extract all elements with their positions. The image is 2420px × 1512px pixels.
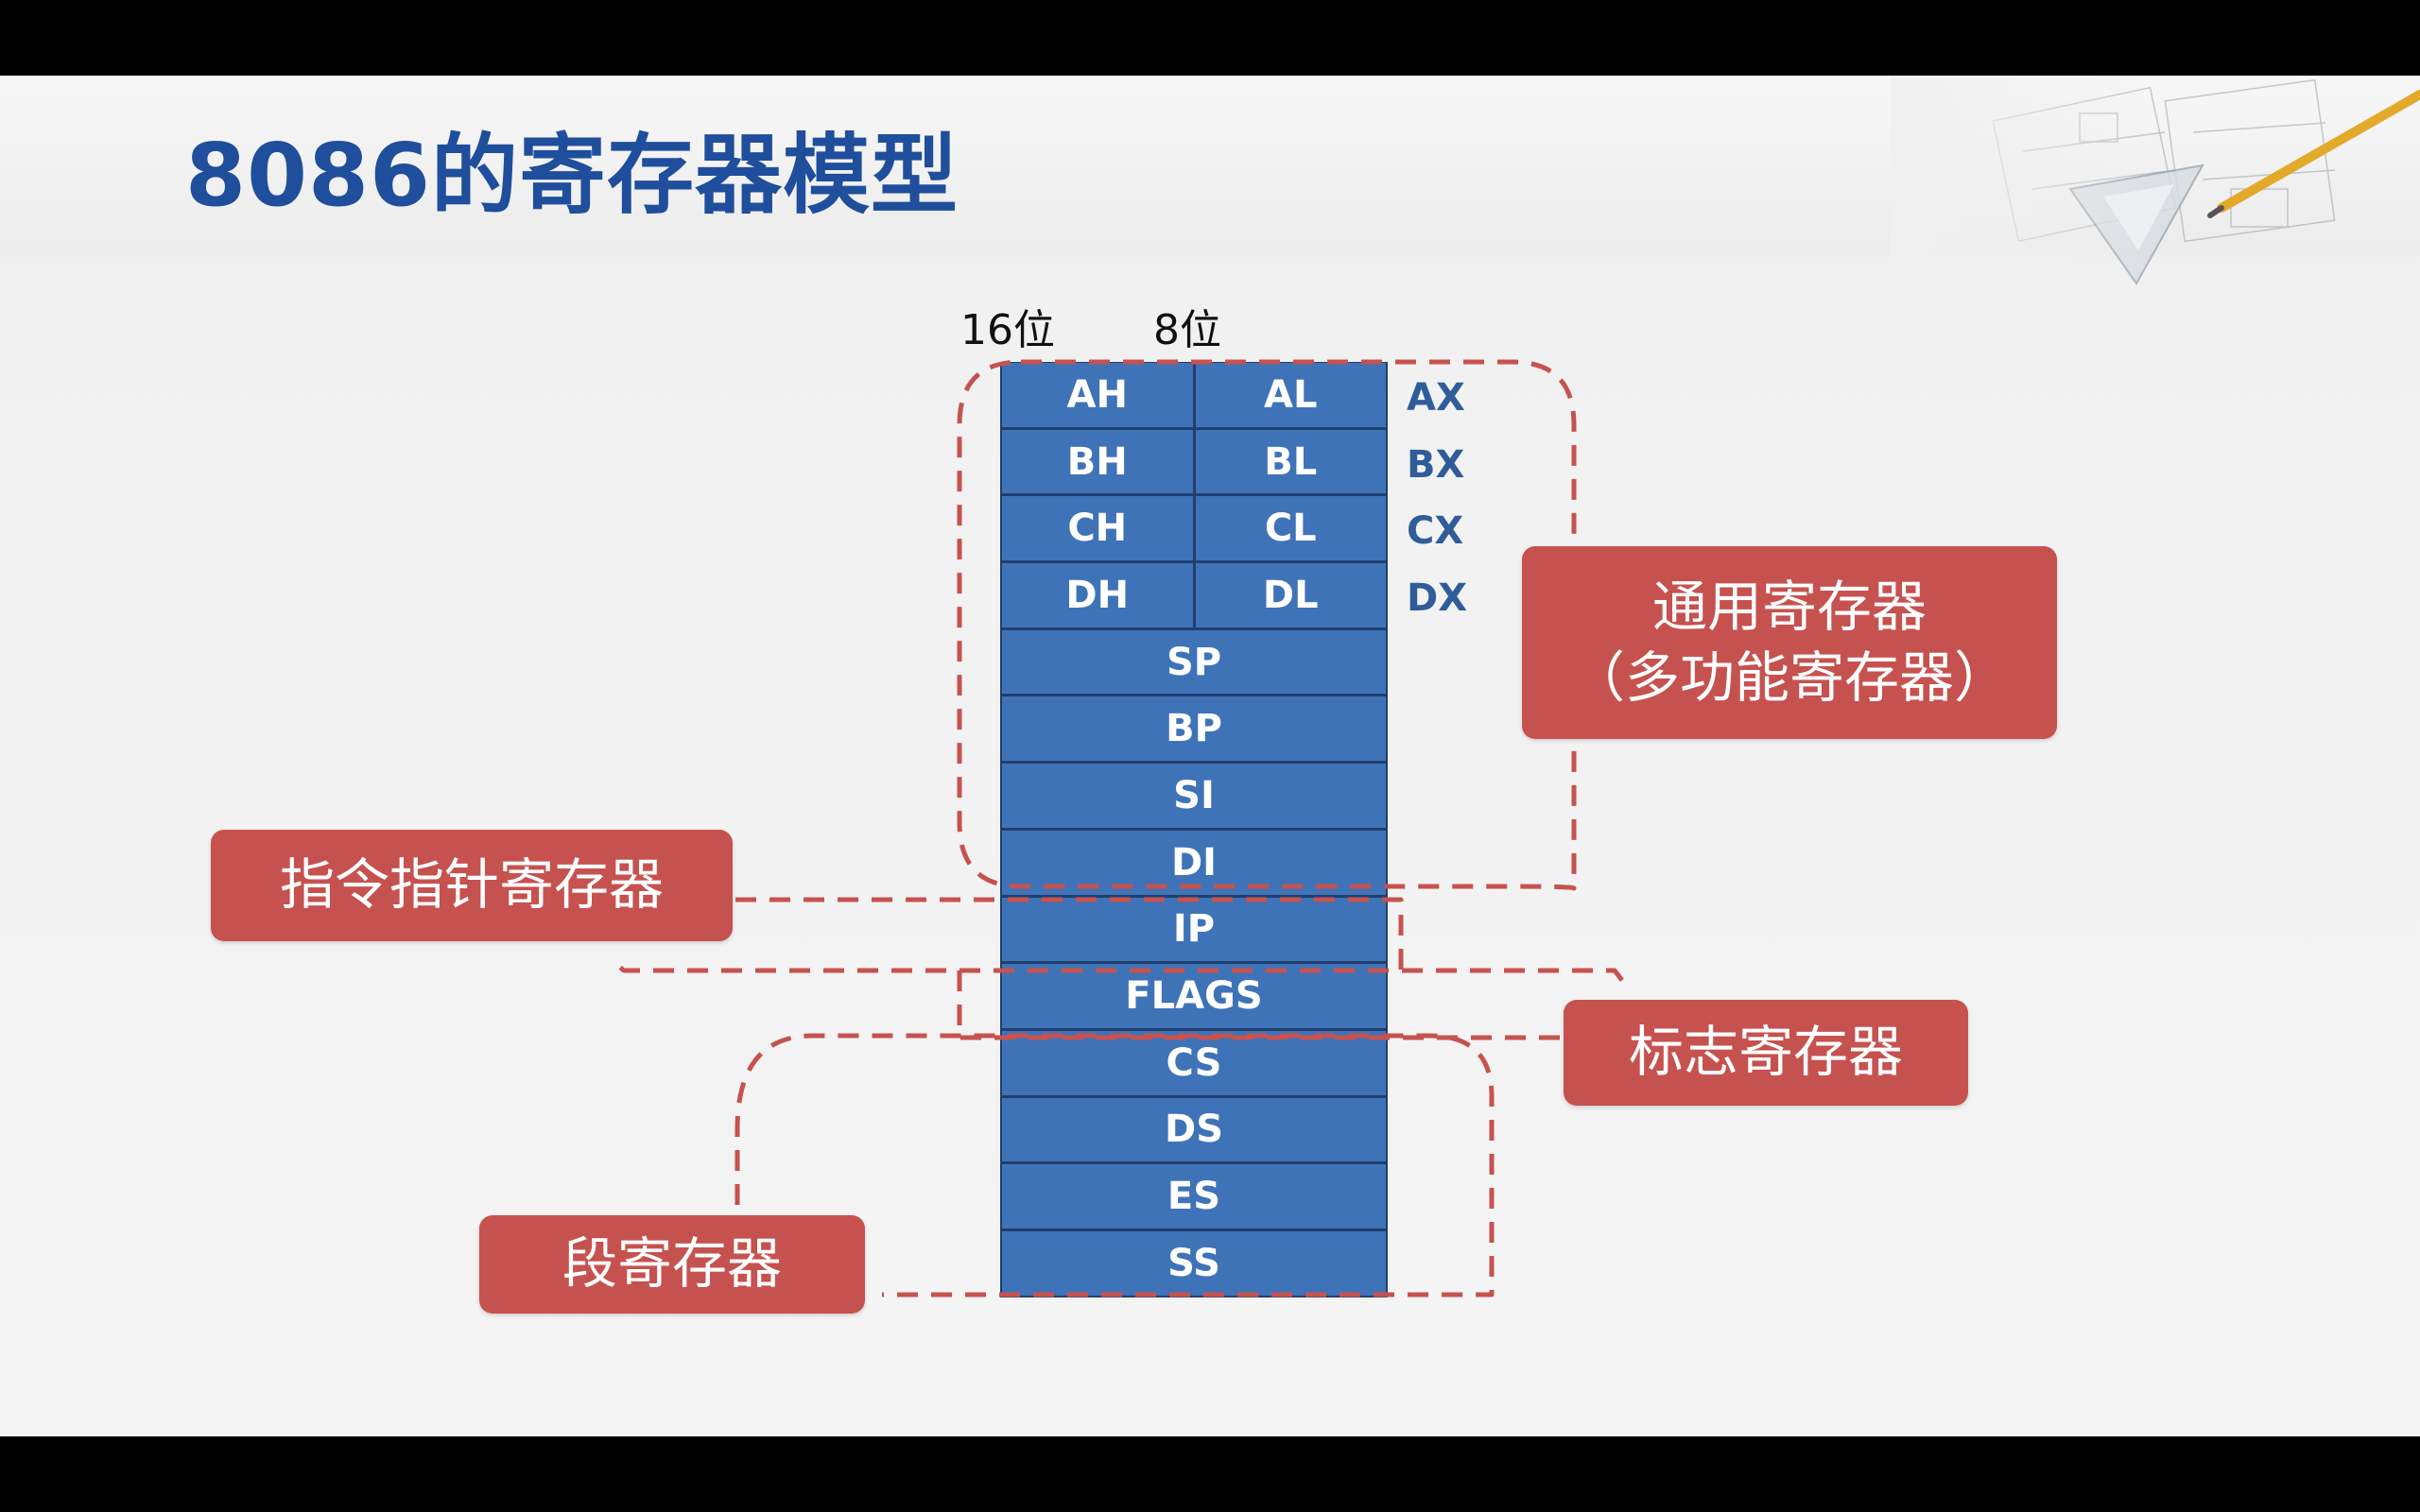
register-cell: CH: [1067, 507, 1128, 551]
label-8bit: 8位: [1153, 306, 1221, 354]
register-cell: DS: [1164, 1108, 1223, 1152]
register-row: SP: [1000, 628, 1388, 696]
register-row: CH CL: [1000, 495, 1388, 563]
slide: 8086的寄存器模型 16位 8位 AH AL BH BL CH CL DH DL SP BP SI…: [0, 76, 2420, 1436]
register-cell: IP: [1172, 907, 1216, 952]
register-row: ES: [1000, 1163, 1388, 1230]
register-row: AH AL: [1000, 362, 1388, 429]
register-row: BH BL: [1000, 428, 1388, 496]
register-row: FLAGS: [1000, 963, 1388, 1030]
register-cell: BH: [1066, 439, 1128, 484]
register-row: DS: [1000, 1096, 1388, 1164]
register-pair-name: BX: [1407, 442, 1465, 487]
register-pair-name: CX: [1407, 509, 1464, 554]
register-cell: SI: [1173, 773, 1215, 817]
register-cell: DH: [1065, 573, 1130, 617]
ip-register-callout: 指令指针寄存器: [211, 830, 733, 941]
register-table: AH AL BH BL CH CL DH DL SP BP SI DI IP FLAGS CS DS ES SS: [1000, 362, 1388, 1297]
register-row: BP: [1000, 696, 1388, 764]
register-cell: CL: [1192, 496, 1387, 561]
multifunction-registers-label: （多功能寄存器）: [1569, 645, 2009, 710]
register-cell: AH: [1066, 372, 1128, 417]
page-title: 8086的寄存器模型: [185, 125, 959, 226]
register-row: DI: [1000, 829, 1388, 897]
segment-registers-callout: 段寄存器: [479, 1215, 865, 1314]
register-cell: FLAGS: [1125, 974, 1263, 1019]
general-registers-callout: 通用寄存器 （多功能寄存器）: [1522, 546, 2057, 739]
register-cell: ES: [1167, 1175, 1221, 1219]
register-row: IP: [1000, 896, 1388, 964]
register-pair-name: AX: [1407, 376, 1465, 420]
decorative-drafting-image: [1891, 76, 2420, 359]
register-pair-name: DX: [1407, 576, 1468, 621]
general-registers-label: 通用寄存器: [1651, 574, 1927, 639]
register-cell: SS: [1167, 1241, 1220, 1285]
register-cell: BP: [1166, 707, 1222, 751]
register-cell: DI: [1170, 840, 1218, 885]
register-row: SI: [1000, 763, 1388, 830]
register-row: SS: [1000, 1229, 1388, 1297]
register-row: DH DL: [1000, 562, 1388, 629]
register-row: CS: [1000, 1029, 1388, 1097]
flags-register-callout: 标志寄存器: [1564, 1000, 1968, 1106]
label-16bit: 16位: [960, 306, 1055, 354]
register-cell: AL: [1192, 363, 1387, 427]
register-cell: BL: [1192, 429, 1387, 494]
register-cell: SP: [1166, 640, 1222, 684]
register-cell: CS: [1166, 1040, 1222, 1085]
register-cell: DL: [1192, 563, 1387, 627]
